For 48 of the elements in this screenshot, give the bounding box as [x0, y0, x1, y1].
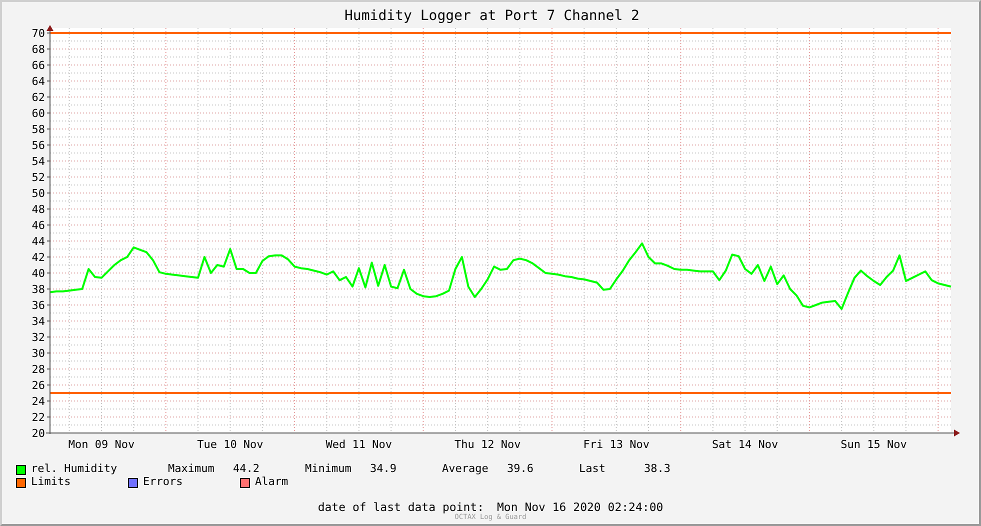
legend-label: rel. Humidity: [31, 461, 118, 476]
axis-label: Sun 15 Nov: [840, 438, 907, 451]
axis-label: 44: [32, 235, 45, 248]
date-label: date of last data point:: [318, 499, 484, 513]
stat-label: Average: [442, 461, 490, 478]
axis-label: 24: [32, 395, 45, 408]
axis-label: 68: [32, 43, 45, 56]
axis-label: 66: [32, 59, 45, 72]
legend-label: Alarm: [255, 474, 288, 490]
axis-label: 30: [32, 347, 45, 360]
stat-label: Maximum: [168, 461, 216, 477]
stat-label: Minimum: [305, 461, 352, 478]
axis-label: Mon 09 Nov: [68, 438, 135, 451]
axis-label: 60: [32, 107, 45, 120]
axis-label: 62: [32, 91, 45, 104]
axis-label: 52: [32, 171, 45, 184]
axis-label: 20: [32, 427, 45, 440]
axis-label: Wed 11 Nov: [326, 438, 392, 451]
axis-label: 36: [32, 299, 45, 312]
axis-label: 34: [32, 315, 45, 328]
legend-label: Errors: [143, 474, 183, 490]
axis-label: 58: [32, 123, 45, 136]
stat-value: 38.3: [644, 461, 672, 478]
axis-label: Sat 14 Nov: [712, 438, 778, 451]
legend-label: Limits: [31, 474, 71, 490]
stat-value: 34.9: [370, 461, 398, 478]
axis-label: 32: [32, 331, 45, 344]
chart-title: Humidity Logger at Port 7 Channel 2: [344, 8, 640, 24]
axis-label: 48: [32, 203, 45, 216]
stat-value: 39.6: [507, 461, 534, 478]
axis-label: Thu 12 Nov: [454, 438, 521, 451]
axis-label: 50: [32, 187, 45, 200]
axis-label: 54: [32, 155, 45, 168]
axis-label: 64: [32, 75, 45, 88]
date-value: Mon Nov 16 2020 02:24:00: [497, 499, 664, 513]
axis-label: 40: [32, 267, 45, 280]
axis-label: 56: [32, 139, 45, 152]
axis-label: 42: [32, 251, 45, 264]
axis-label: Tue 10 Nov: [197, 438, 264, 451]
axis-label: 22: [32, 411, 45, 424]
axis-label: Fri 13 Nov: [583, 438, 650, 451]
axis-label: 26: [32, 379, 45, 392]
axis-label: 28: [32, 363, 45, 376]
axis-label: 38: [32, 283, 45, 296]
axis-label: 46: [32, 219, 45, 232]
axis-label: 70: [32, 27, 45, 40]
stat-label: Last: [579, 461, 606, 478]
stat-value: 44.2: [233, 461, 260, 476]
